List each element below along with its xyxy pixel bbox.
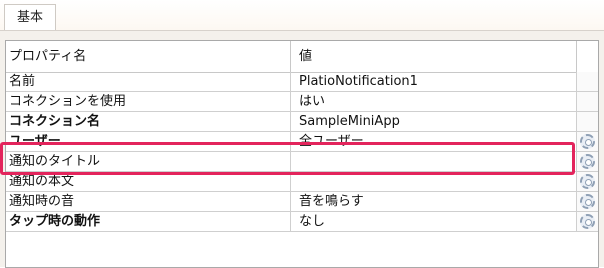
header-property-name: プロパティ名 bbox=[6, 41, 291, 72]
property-value[interactable]: 全ユーザー bbox=[291, 132, 577, 151]
row-extra-cell bbox=[577, 132, 598, 151]
row-extra-cell bbox=[577, 172, 598, 191]
property-row-notification-sound[interactable]: 通知時の音 音を鳴らす bbox=[6, 192, 598, 212]
property-value[interactable]: PlatioNotification1 bbox=[291, 72, 577, 91]
row-extra-cell bbox=[577, 212, 598, 231]
property-row-use-connection[interactable]: コネクションを使用 はい bbox=[6, 92, 598, 112]
row-extra-cell bbox=[577, 72, 598, 91]
property-name: 通知のタイトル bbox=[6, 152, 291, 171]
property-row-connection-name[interactable]: コネクション名 SampleMiniApp bbox=[6, 112, 598, 132]
property-row-notification-body[interactable]: 通知の本文 bbox=[6, 172, 598, 192]
property-row-user[interactable]: ユーザー 全ユーザー bbox=[6, 132, 598, 152]
property-value[interactable]: はい bbox=[291, 92, 577, 111]
property-name: 通知時の音 bbox=[6, 192, 291, 211]
grid-header: プロパティ名 値 bbox=[6, 41, 598, 73]
property-value[interactable] bbox=[291, 172, 577, 191]
property-grid: プロパティ名 値 名前 PlatioNotification1 コネクションを使… bbox=[5, 40, 599, 268]
tab-basic[interactable]: 基本 bbox=[4, 4, 56, 31]
row-extra-cell bbox=[577, 152, 598, 171]
property-row-name[interactable]: 名前 PlatioNotification1 bbox=[6, 72, 598, 92]
property-value[interactable]: なし bbox=[291, 212, 577, 231]
row-extra-cell bbox=[577, 112, 598, 131]
header-extra bbox=[577, 41, 598, 72]
property-row-notification-title[interactable]: 通知のタイトル bbox=[6, 152, 598, 172]
gear-icon[interactable] bbox=[580, 154, 595, 169]
header-value: 値 bbox=[291, 41, 577, 72]
property-value[interactable] bbox=[291, 152, 577, 171]
property-row-tap-action[interactable]: タップ時の動作 なし bbox=[6, 212, 598, 232]
property-name: 通知の本文 bbox=[6, 172, 291, 191]
row-extra-cell bbox=[577, 92, 598, 111]
gear-icon[interactable] bbox=[580, 174, 595, 189]
properties-panel: プロパティ名 値 名前 PlatioNotification1 コネクションを使… bbox=[0, 31, 604, 268]
property-name: 名前 bbox=[6, 72, 291, 91]
property-value[interactable]: SampleMiniApp bbox=[291, 112, 577, 131]
property-name: タップ時の動作 bbox=[6, 212, 291, 231]
tab-bar: 基本 bbox=[0, 0, 604, 31]
property-name: ユーザー bbox=[6, 132, 291, 151]
property-name: コネクション名 bbox=[6, 112, 291, 131]
gear-icon[interactable] bbox=[580, 194, 595, 209]
gear-icon[interactable] bbox=[580, 214, 595, 229]
gear-icon[interactable] bbox=[580, 134, 595, 149]
row-extra-cell bbox=[577, 192, 598, 211]
property-value[interactable]: 音を鳴らす bbox=[291, 192, 577, 211]
property-name: コネクションを使用 bbox=[6, 92, 291, 111]
